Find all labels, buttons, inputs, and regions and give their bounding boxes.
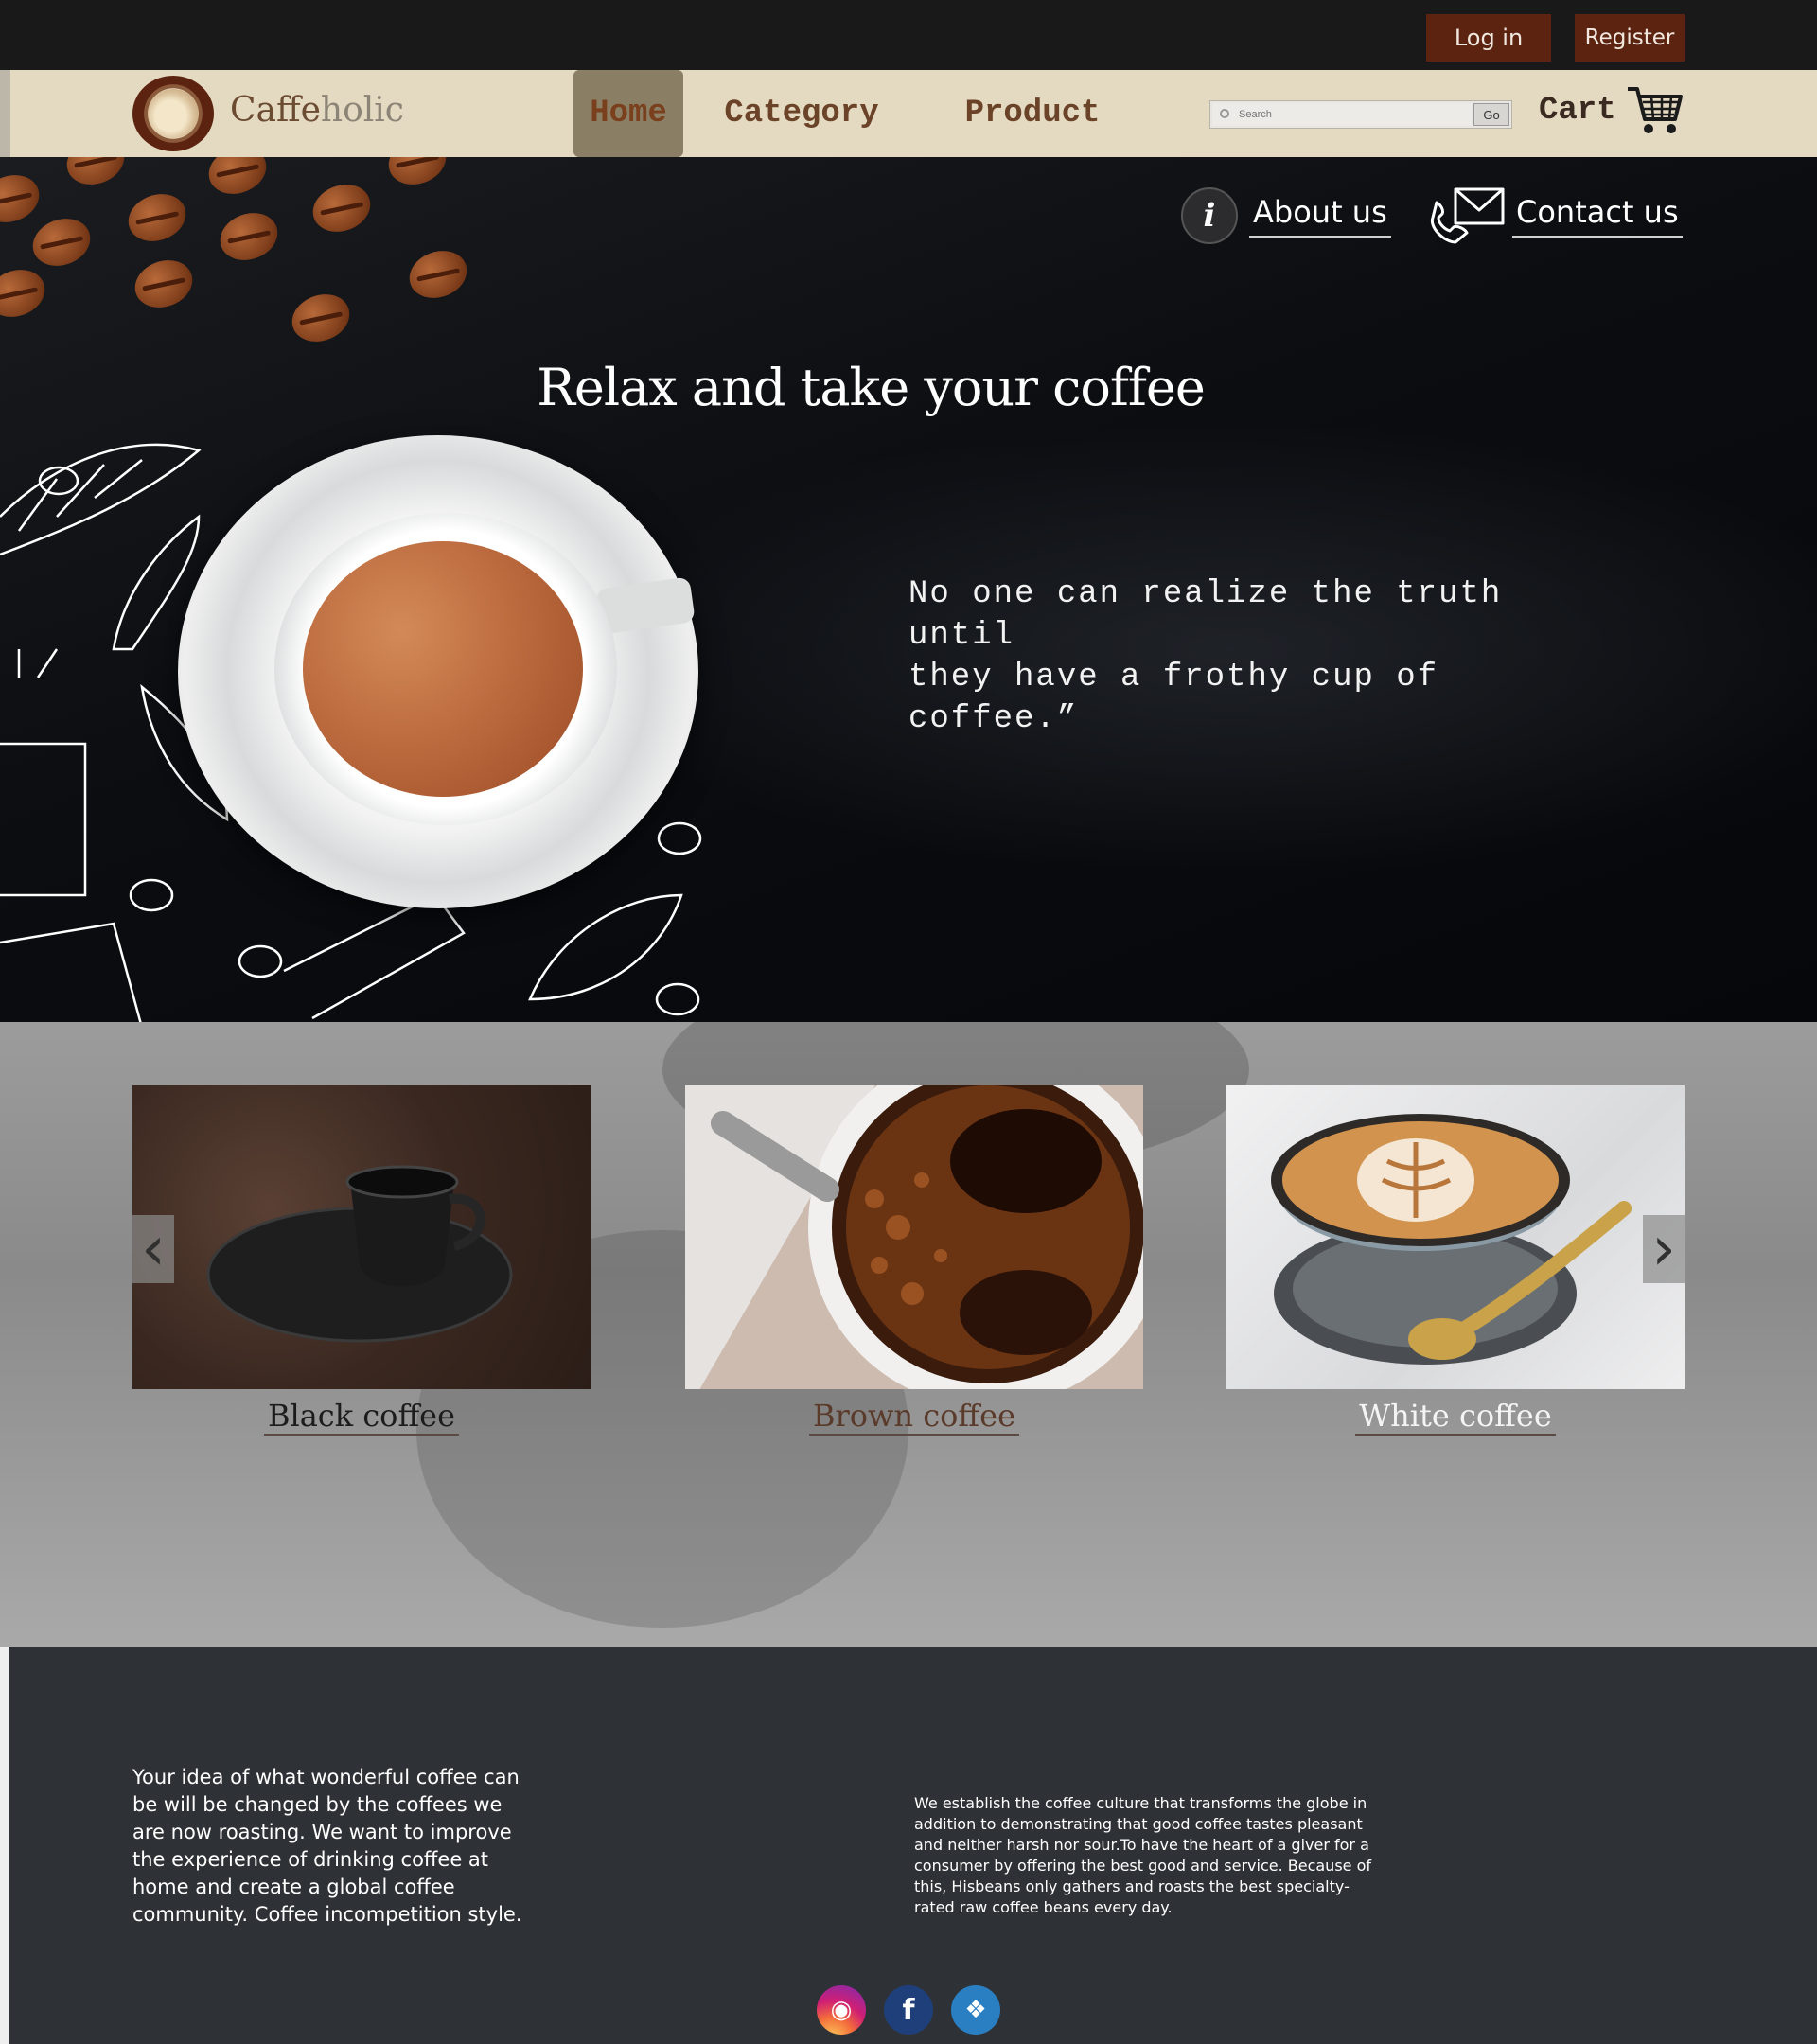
- product-label-black[interactable]: Black coffee: [263, 1398, 460, 1436]
- mail-icon: [1430, 187, 1505, 244]
- brown-coffee-image[interactable]: [685, 1085, 1143, 1389]
- login-button[interactable]: Log in: [1426, 14, 1551, 62]
- coffee-bean-image: [121, 185, 193, 250]
- brand-name[interactable]: Caffeholic: [230, 91, 404, 130]
- hero-banner: i About us Contact us Relax and take you…: [0, 157, 1817, 1022]
- cart-link[interactable]: Cart: [1539, 93, 1616, 129]
- coffee-bean-image: [402, 242, 474, 307]
- quote-line-2: they have a frothy cup of coffee.”: [908, 660, 1439, 737]
- latte-cup-icon: [1271, 1114, 1632, 1365]
- product-card-black[interactable]: Black coffee: [132, 1085, 591, 1436]
- hero-title: Relax and take your coffee: [0, 358, 1817, 417]
- nav-home[interactable]: Home: [573, 70, 683, 157]
- nav-category[interactable]: Category: [712, 70, 891, 157]
- coffee-bean-image: [213, 204, 285, 269]
- nav-product[interactable]: Product: [946, 70, 1119, 157]
- info-icon: i: [1181, 187, 1238, 244]
- product-card-white[interactable]: White coffee: [1226, 1085, 1685, 1436]
- product-label[interactable]: Black coffee: [132, 1398, 591, 1436]
- instagram-icon[interactable]: ◉: [817, 1985, 866, 2035]
- brand-name-part1: Caffe: [230, 91, 321, 130]
- coffee-bean-image: [306, 176, 378, 240]
- footer-mission-text: We establish the coffee culture that tra…: [914, 1794, 1372, 1916]
- black-coffee-image[interactable]: [132, 1085, 591, 1389]
- hero-title-text: Relax and take your coffee: [537, 358, 1206, 417]
- logo-cup-icon: [148, 89, 199, 138]
- site-footer: Your idea of what wonderful coffee can b…: [0, 1647, 1817, 2044]
- product-label-white[interactable]: White coffee: [1355, 1398, 1556, 1436]
- product-label-brown[interactable]: Brown coffee: [808, 1398, 1020, 1436]
- coffee-bean-image: [202, 157, 273, 203]
- top-bar: Log in Register: [0, 0, 1817, 70]
- facebook-icon[interactable]: f: [884, 1985, 933, 2035]
- coffee-bean-image: [26, 210, 97, 274]
- footer-edge: [0, 1647, 9, 2044]
- navbar-edge: [0, 70, 10, 157]
- search-input[interactable]: [1212, 103, 1472, 126]
- white-coffee-image[interactable]: [1226, 1085, 1685, 1389]
- footer-about-text: Your idea of what wonderful coffee can b…: [132, 1766, 522, 1926]
- chevron-left-icon[interactable]: ‹: [132, 1214, 174, 1284]
- product-label[interactable]: White coffee: [1226, 1398, 1685, 1436]
- brand-logo[interactable]: [132, 76, 214, 151]
- coffee-bean-image: [128, 252, 200, 316]
- about-us-label: About us: [1249, 194, 1391, 238]
- brown-coffee-cup-icon: [711, 1085, 1143, 1389]
- about-us-link[interactable]: i About us: [1181, 187, 1391, 244]
- chevron-right-icon[interactable]: ›: [1643, 1214, 1685, 1284]
- cart-icon[interactable]: [1626, 83, 1685, 136]
- hero-quote: No one can realize the truth until they …: [908, 573, 1628, 740]
- contact-us-label: Contact us: [1512, 194, 1683, 238]
- register-button[interactable]: Register: [1575, 14, 1685, 62]
- coffee-bean-image: [0, 261, 52, 326]
- product-carousel: Black coffee Brown coffee White coffee: [0, 1022, 1817, 1647]
- twitter-icon[interactable]: ❖: [951, 1985, 1000, 2035]
- product-card-brown[interactable]: Brown coffee: [685, 1085, 1143, 1436]
- search-go-button[interactable]: Go: [1473, 103, 1509, 126]
- coffee-bean-image: [60, 157, 132, 193]
- product-label[interactable]: Brown coffee: [685, 1398, 1143, 1436]
- coffee-bean-image: [0, 167, 46, 231]
- coffee-bean-image: [381, 157, 453, 193]
- search-box: Go: [1209, 100, 1512, 129]
- quote-line-1: No one can realize the truth until: [908, 576, 1503, 654]
- brand-name-part2: holic: [320, 91, 404, 130]
- main-navbar: Caffeholic Home Category Product Go Cart: [0, 70, 1817, 157]
- contact-us-link[interactable]: Contact us: [1429, 185, 1683, 246]
- search-icon: [1220, 109, 1229, 118]
- coffee-surface-image: [303, 541, 583, 797]
- black-coffee-cup-icon: [206, 1165, 513, 1343]
- coffee-bean-image: [285, 286, 357, 350]
